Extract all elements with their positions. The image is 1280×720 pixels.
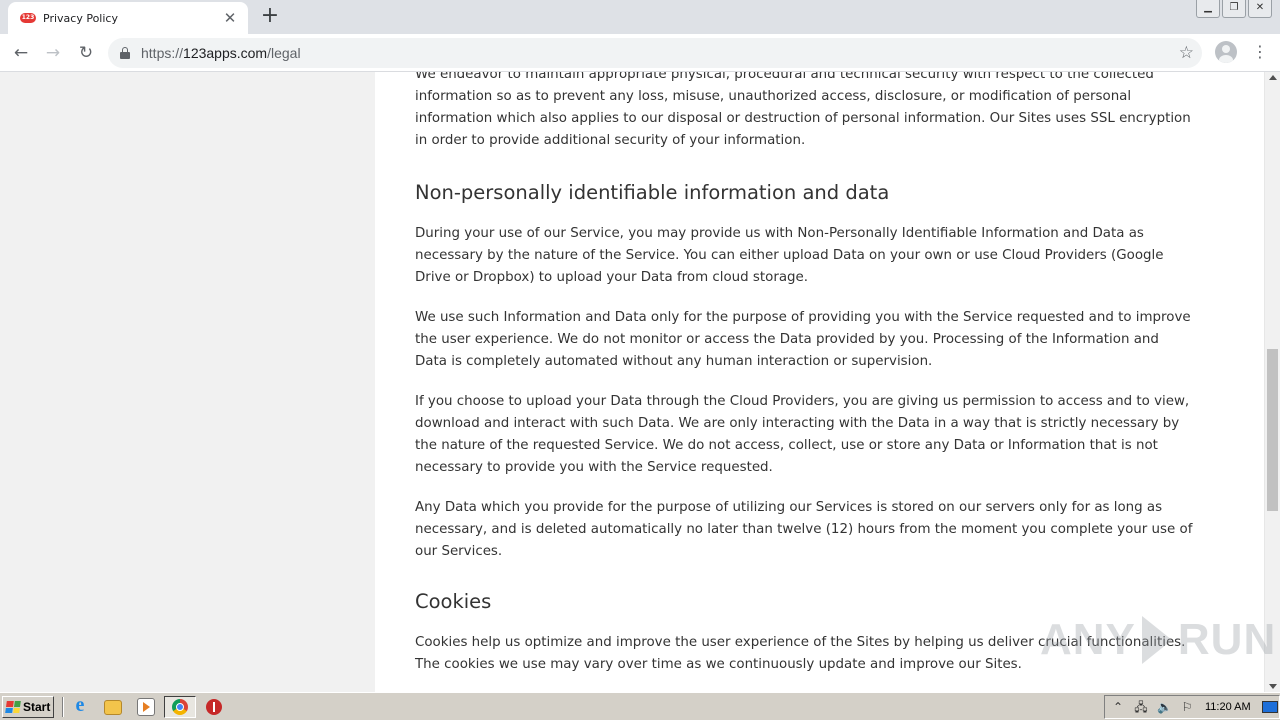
tab-strip: 123 Privacy Policy ✕ + ▁ ❐ ✕ [0,0,1280,34]
start-button[interactable]: Start [2,696,54,718]
section-paragraph: Any Data which you provide for the purpo… [415,500,1193,559]
chrome-icon [172,699,188,715]
scroll-down-arrow-icon[interactable] [1269,684,1277,689]
browser-toolbar: ← → ↻ https://123apps.com/legal ☆ [0,34,1280,72]
profile-icon[interactable] [1215,41,1237,63]
section-paragraph: We use such Information and Data only fo… [415,310,1191,369]
reload-icon[interactable]: ↻ [73,40,99,66]
window-controls: ▁ ❐ ✕ [1196,0,1272,18]
new-tab-button[interactable]: + [258,4,282,28]
flag-icon[interactable]: ⚐ [1180,700,1194,714]
taskbar-chrome-button[interactable] [164,696,196,718]
url-text: https://123apps.com/legal [141,45,301,61]
scrollbar-thumb[interactable] [1267,349,1278,511]
system-tray: ⌃ 🖧 🔈 ⚐ 11:20 AM [1104,695,1280,719]
taskbar: Start ⌃ 🖧 🔈 ⚐ 11:20 AM [0,692,1280,720]
section-paragraph: If you choose to upload your Data throug… [415,394,1190,475]
scroll-up-arrow-icon[interactable] [1269,75,1277,80]
arrow-left-icon[interactable]: ← [8,40,34,66]
folder-icon[interactable] [104,700,122,715]
url-host: 123apps.com [183,45,268,61]
windows-logo-icon [5,701,21,713]
site-favicon-icon: 123 [20,13,36,23]
start-label: Start [23,700,51,714]
url-scheme: https:// [141,45,184,61]
volume-icon[interactable]: 🔈 [1157,700,1172,714]
page-scrollbar[interactable] [1264,72,1280,692]
clock[interactable]: 11:20 AM [1205,701,1251,713]
tab-close-icon[interactable]: ✕ [222,10,238,26]
taskbar-separator [62,697,64,717]
tab-title: Privacy Policy [43,11,118,25]
network-icon[interactable]: 🖧 [1134,700,1148,714]
minimize-icon[interactable]: ▁ [1196,0,1220,18]
section-heading-cookies: Cookies [415,590,492,613]
restore-icon[interactable]: ❐ [1222,0,1246,18]
star-icon[interactable]: ☆ [1179,43,1194,63]
security-paragraph: We endeavor to maintain appropriate phys… [415,72,1191,148]
chevron-up-icon[interactable]: ⌃ [1111,700,1125,714]
section-paragraph: During your use of our Service, you may … [415,226,1164,285]
internet-explorer-icon[interactable] [71,694,89,717]
legal-content: We endeavor to maintain appropriate phys… [415,72,1195,692]
show-desktop-icon[interactable] [1261,701,1278,713]
section-paragraph: Cookies help us optimize and improve the… [415,635,1186,672]
legal-content-card: We endeavor to maintain appropriate phys… [375,72,1264,692]
kebab-menu-icon[interactable]: ⋮ [1252,42,1268,62]
close-icon[interactable]: ✕ [1248,0,1272,18]
page-viewport: We endeavor to maintain appropriate phys… [0,72,1264,692]
url-path: /legal [267,45,301,61]
arrow-right-icon[interactable]: → [40,40,66,66]
section-heading-non-personal-data: Non-personally identifiable information … [415,181,890,204]
media-player-icon[interactable] [137,698,155,716]
tab-privacy-policy[interactable]: 123 Privacy Policy ✕ [8,2,248,34]
stop-icon[interactable] [206,699,222,715]
lock-icon[interactable] [120,47,130,59]
address-bar[interactable]: https://123apps.com/legal ☆ [108,38,1202,68]
